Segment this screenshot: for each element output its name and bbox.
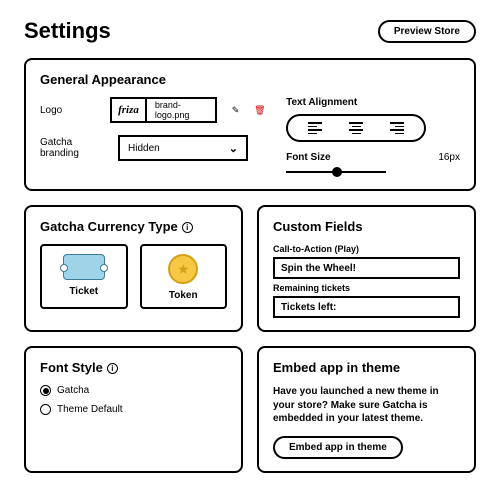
- currency-option-token[interactable]: ★ Token: [140, 244, 228, 309]
- logo-uploader[interactable]: friza brand-logo.png: [110, 97, 217, 123]
- font-size-slider[interactable]: [286, 167, 386, 177]
- token-icon: ★: [168, 254, 198, 284]
- info-icon[interactable]: i: [182, 222, 193, 233]
- edit-icon[interactable]: ✎: [229, 103, 241, 117]
- general-appearance-card: General Appearance Logo friza brand-logo…: [24, 58, 476, 191]
- info-icon[interactable]: i: [107, 363, 118, 374]
- cta-label: Call-to-Action (Play): [273, 244, 460, 254]
- chevron-down-icon: ⌄: [229, 142, 238, 155]
- remaining-input[interactable]: [273, 296, 460, 318]
- embed-title: Embed app in theme: [273, 360, 460, 375]
- font-option-gatcha[interactable]: Gatcha: [40, 385, 227, 396]
- custom-fields-card: Custom Fields Call-to-Action (Play) Rema…: [257, 205, 476, 332]
- font-size-label: Font Size: [286, 152, 330, 163]
- currency-type-title-text: Gatcha Currency Type: [40, 219, 178, 234]
- star-icon: ★: [177, 261, 190, 278]
- currency-option-ticket[interactable]: Ticket: [40, 244, 128, 309]
- currency-type-card: Gatcha Currency Type i Ticket ★ Token: [24, 205, 243, 332]
- currency-type-title: Gatcha Currency Type i: [40, 219, 227, 234]
- font-style-title: Font Style i: [40, 360, 227, 375]
- radio-icon: [40, 385, 51, 396]
- font-size-value: 16px: [438, 152, 460, 163]
- font-gatcha-label: Gatcha: [57, 385, 89, 396]
- slider-thumb[interactable]: [332, 167, 342, 177]
- page-title: Settings: [24, 18, 111, 44]
- cta-input[interactable]: [273, 257, 460, 279]
- align-left-button[interactable]: [304, 120, 326, 136]
- align-right-button[interactable]: [386, 120, 408, 136]
- font-theme-default-label: Theme Default: [57, 404, 123, 415]
- logo-preview: friza: [112, 99, 147, 121]
- logo-filename: brand-logo.png: [147, 100, 215, 120]
- embed-card: Embed app in theme Have you launched a n…: [257, 346, 476, 473]
- currency-token-label: Token: [169, 290, 198, 301]
- font-style-card: Font Style i Gatcha Theme Default: [24, 346, 243, 473]
- currency-ticket-label: Ticket: [69, 286, 98, 297]
- font-style-title-text: Font Style: [40, 360, 103, 375]
- logo-label: Logo: [40, 105, 102, 116]
- delete-icon[interactable]: 🗑: [254, 103, 266, 117]
- custom-fields-title: Custom Fields: [273, 219, 460, 234]
- remaining-label: Remaining tickets: [273, 283, 460, 293]
- preview-store-button[interactable]: Preview Store: [378, 20, 476, 43]
- radio-icon: [40, 404, 51, 415]
- ticket-icon: [63, 254, 105, 280]
- general-appearance-title: General Appearance: [40, 72, 460, 87]
- align-center-button[interactable]: [345, 120, 367, 136]
- text-alignment-group: [286, 114, 426, 142]
- branding-value: Hidden: [128, 143, 160, 154]
- font-option-theme-default[interactable]: Theme Default: [40, 404, 227, 415]
- embed-button[interactable]: Embed app in theme: [273, 436, 403, 459]
- branding-label: Gatcha branding: [40, 137, 110, 159]
- text-alignment-label: Text Alignment: [286, 97, 460, 108]
- branding-select[interactable]: Hidden ⌄: [118, 135, 248, 161]
- embed-body: Have you launched a new theme in your st…: [273, 385, 460, 426]
